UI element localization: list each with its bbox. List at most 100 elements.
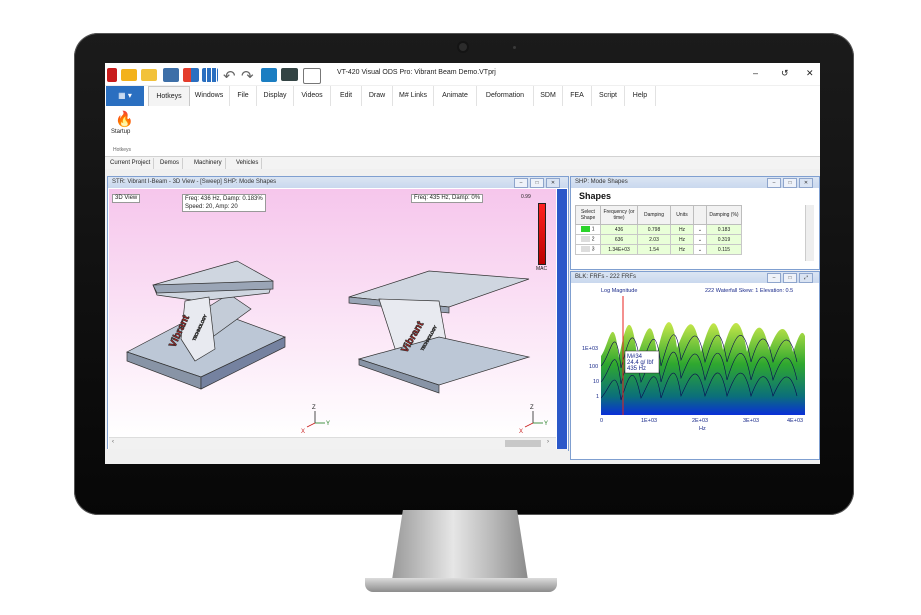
shape-select[interactable]: 1 (575, 224, 601, 235)
close-icon[interactable]: ✕ (546, 178, 560, 188)
col-damping-pct: Damping (%) (706, 205, 742, 225)
waterfall-graph: M#34 24.4 g/ lbf 435 Hz (600, 296, 805, 415)
shape-select[interactable]: 2 (575, 234, 601, 245)
upload-icon[interactable] (163, 68, 179, 82)
3d-viewport[interactable]: Vibrant TECHNOLOGY Vibrant TECHNOLOGY Z … (109, 189, 556, 437)
expand-icon[interactable]: ⤢ (799, 273, 813, 283)
tab-vehicles[interactable]: Vehicles (233, 158, 263, 169)
shapes-scrollbar[interactable] (805, 205, 814, 261)
shape-damping-pct[interactable]: 0.183 (706, 224, 742, 235)
tab-sdm[interactable]: SDM (534, 86, 563, 106)
minimize-icon[interactable]: – (514, 178, 528, 188)
maximize-icon[interactable]: □ (530, 178, 544, 188)
screen: ↶ ↷ VT-420 Visual ODS Pro: Vibrant Beam … (105, 63, 820, 464)
dropdown-icon[interactable] (303, 68, 321, 84)
tab-m-links[interactable]: M# Links (393, 86, 434, 106)
scroll-left-icon[interactable]: ‹ (112, 439, 114, 445)
tab-script[interactable]: Script (592, 86, 625, 106)
close-icon[interactable]: ✕ (799, 178, 813, 188)
shape-frequency[interactable]: 1.34E+03 (600, 244, 638, 255)
shape-damping[interactable]: 2.03 (637, 234, 671, 245)
x-tick-label: 1E+03 (641, 418, 658, 424)
axis-z-label-right: Z (530, 405, 534, 411)
monitor-icon[interactable] (281, 68, 298, 81)
scroll-right-icon[interactable]: › (547, 439, 549, 445)
app-logo-icon (107, 68, 117, 82)
left-shape-speed: Speed: 20, Amp: 20 (185, 204, 238, 210)
maximize-icon[interactable]: □ (783, 273, 797, 283)
tab-draw[interactable]: Draw (362, 86, 393, 106)
tab-windows[interactable]: Windows (189, 86, 230, 106)
minimize-button[interactable]: – (753, 68, 758, 78)
tab-videos[interactable]: Videos (294, 86, 331, 106)
tab-file[interactable]: File (230, 86, 257, 106)
window-title: VT-420 Visual ODS Pro: Vibrant Beam Demo… (337, 69, 496, 76)
x-axis-unit: Hz (699, 426, 706, 432)
frf-y-mode-label: Log Magnitude (601, 288, 638, 294)
x-tick-label: 3E+03 (743, 418, 760, 424)
ribbon (105, 106, 820, 157)
maximize-icon[interactable]: □ (783, 178, 797, 188)
table-row[interactable]: 1 436 0.798 Hz ⌄ 0.183 (575, 224, 742, 235)
tab-deformation[interactable]: Deformation (477, 86, 534, 106)
shape-damping-pct[interactable]: 0.115 (706, 244, 742, 255)
units-dropdown-icon[interactable]: ⌄ (693, 224, 707, 235)
shape-units[interactable]: Hz (670, 244, 694, 255)
shape-select[interactable]: 3 (575, 244, 601, 255)
shape-units[interactable]: Hz (670, 224, 694, 235)
tab-help[interactable]: Help (625, 86, 656, 106)
frf-waterfall-label: 222 Waterfall Skew: 1 Elevation: 0.5 (705, 288, 794, 294)
units-dropdown-icon[interactable]: ⌄ (693, 244, 707, 255)
axis-x-label-right: X (519, 429, 523, 435)
shape-units[interactable]: Hz (670, 234, 694, 245)
i-beam-models: Vibrant TECHNOLOGY Vibrant TECHNOLOGY Z … (126, 260, 548, 435)
tab-edit[interactable]: Edit (331, 86, 362, 106)
shape-damping[interactable]: 0.798 (637, 224, 671, 235)
restore-button[interactable]: ↺ (781, 68, 789, 79)
tile-windows-icon[interactable] (183, 68, 199, 82)
shape-frequency[interactable]: 436 (600, 224, 638, 235)
tab-demos[interactable]: Demos (157, 158, 184, 169)
frf-title-text: BLK: FRFs - 222 FRFs (575, 274, 637, 280)
colorbar-top-label: 0.99 (521, 194, 531, 200)
view-divider-bar[interactable] (557, 189, 567, 449)
shape-damping[interactable]: 1.54 (637, 244, 671, 255)
tab-machinery[interactable]: Machinery (191, 158, 226, 169)
shape-damping-pct[interactable]: 0.319 (706, 234, 742, 245)
tab-animate[interactable]: Animate (434, 86, 477, 106)
app-menu-button[interactable]: ▦ ▾ (106, 86, 144, 106)
webcam (459, 43, 467, 51)
table-row[interactable]: 3 1.34E+03 1.54 Hz ⌄ 0.115 (575, 244, 742, 255)
tab-fea[interactable]: FEA (563, 86, 592, 106)
tab-hotkeys[interactable]: Hotkeys (148, 86, 190, 107)
panel-icon[interactable] (261, 68, 277, 82)
frf-waterfall-plot[interactable]: M#34 24.4 g/ lbf 435 Hz (600, 296, 805, 415)
grid-icon[interactable] (202, 68, 218, 82)
table-row[interactable]: 2 636 2.03 Hz ⌄ 0.319 (575, 234, 742, 245)
frf-window: BLK: FRFs - 222 FRFs – □ ⤢ Log Magnitude… (570, 271, 820, 460)
redo-icon[interactable]: ↷ (241, 67, 254, 85)
scroll-thumb[interactable] (505, 440, 541, 447)
flame-icon[interactable]: 🔥 (115, 110, 134, 128)
axis-z-label: Z (312, 405, 316, 411)
tab-display[interactable]: Display (257, 86, 294, 106)
unselected-indicator (581, 236, 591, 243)
axis-y-label-right: Y (544, 421, 548, 427)
col-frequency: Frequency (or time) (600, 205, 638, 225)
ribbon-group-label: Hotkeys (113, 147, 132, 153)
col-units: Units (670, 205, 694, 225)
undo-icon[interactable]: ↶ (223, 67, 236, 85)
units-dropdown-icon[interactable]: ⌄ (693, 234, 707, 245)
folder-icon[interactable] (141, 69, 157, 81)
webcam-sensor (513, 46, 516, 49)
horizontal-scrollbar[interactable]: ‹ › (109, 437, 556, 449)
selected-indicator (581, 226, 591, 233)
minimize-icon[interactable]: – (767, 178, 781, 188)
close-button[interactable]: ✕ (806, 68, 814, 79)
tab-current-project[interactable]: Current Project (107, 158, 155, 169)
minimize-icon[interactable]: – (767, 273, 781, 283)
y-tick-label: 1E+03 (582, 346, 599, 352)
open-folder-icon[interactable] (121, 69, 137, 81)
shape-frequency[interactable]: 636 (600, 234, 638, 245)
startup-button[interactable]: Startup (111, 129, 130, 135)
